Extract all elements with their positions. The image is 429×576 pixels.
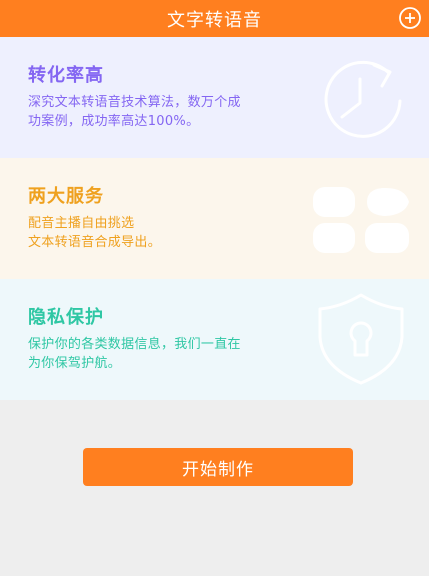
- card-description-line: 文本转语音合成导出。: [28, 235, 162, 250]
- plus-circle-icon[interactable]: [398, 6, 422, 30]
- page-title: 文字转语音: [167, 9, 262, 31]
- card-description-line: 配音主播自由挑选: [28, 216, 135, 231]
- card-title: 两大服务: [28, 186, 104, 207]
- card-description: 深究文本转语音技术算法，数万个成 功案例，成功率高达100%。: [28, 93, 318, 131]
- shield-lock-icon: [318, 293, 404, 385]
- start-create-button[interactable]: 开始制作: [83, 448, 353, 486]
- feature-card-privacy: 隐私保护 保护你的各类数据信息，我们一直在 为你保驾护航。: [0, 279, 429, 400]
- feature-card-conversion: 转化率高 深究文本转语音技术算法，数万个成 功案例，成功率高达100%。: [0, 37, 429, 158]
- card-description: 保护你的各类数据信息，我们一直在 为你保驾护航。: [28, 335, 318, 373]
- card-description-line: 为你保驾护航。: [28, 356, 122, 371]
- card-title: 隐私保护: [28, 307, 104, 328]
- card-title: 转化率高: [28, 65, 104, 86]
- card-description-line: 功案例，成功率高达100%。: [28, 114, 200, 129]
- card-description-line: 深究文本转语音技术算法，数万个成: [28, 95, 241, 110]
- card-description-line: 保护你的各类数据信息，我们一直在: [28, 337, 241, 352]
- card-description: 配音主播自由挑选 文本转语音合成导出。: [28, 214, 318, 252]
- feature-card-services: 两大服务 配音主播自由挑选 文本转语音合成导出。: [0, 158, 429, 279]
- app-header: 文字转语音: [0, 0, 429, 37]
- service-grid-icon: [313, 187, 409, 253]
- refresh-clock-icon: [324, 60, 402, 138]
